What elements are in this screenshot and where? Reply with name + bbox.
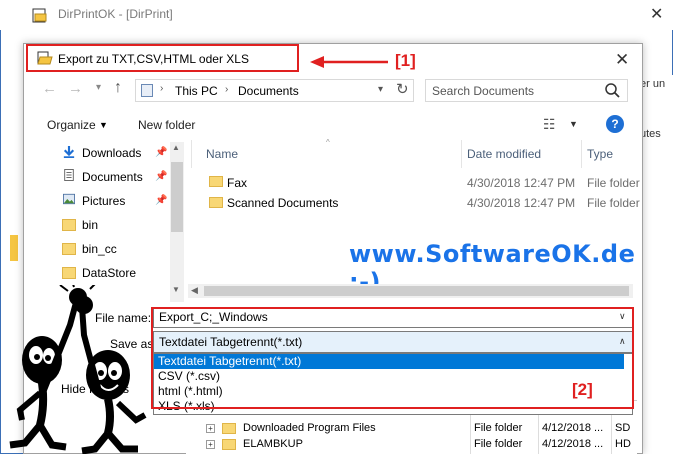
app-title: DirPrintOK - [DirPrint] xyxy=(58,7,173,21)
folder-icon xyxy=(62,219,76,231)
column-header-type[interactable]: Type xyxy=(587,147,613,161)
bg-row-date: 4/12/2018 ... xyxy=(542,422,604,434)
annotation-box-2 xyxy=(151,307,634,409)
pin-icon[interactable]: 📌 xyxy=(155,195,167,206)
column-divider xyxy=(191,140,192,168)
expand-icon[interactable]: + xyxy=(206,424,215,433)
breadcrumb-this-pc[interactable]: This PC xyxy=(175,84,218,98)
app-right-column-header: utes xyxy=(640,128,661,140)
app-icon xyxy=(32,8,47,23)
annotation-label-2: [2] xyxy=(572,380,593,399)
file-row-date: 4/30/2018 12:47 PM xyxy=(467,196,576,210)
scroll-down-icon[interactable]: ▼ xyxy=(172,285,180,294)
scroll-left-icon[interactable]: ◀ xyxy=(191,285,198,296)
nav-item-downloads[interactable]: Downloads xyxy=(82,146,141,160)
bg-row-date: 4/12/2018 ... xyxy=(542,438,604,450)
bg-row-name[interactable]: ELAMBKUP xyxy=(243,438,303,450)
file-row-type: File folder xyxy=(587,196,640,210)
breadcrumb-separator-icon[interactable]: › xyxy=(160,83,163,94)
navigation-pane xyxy=(33,140,186,305)
nav-item-documents[interactable]: Documents xyxy=(82,170,143,184)
column-header-name[interactable]: Name xyxy=(206,147,238,161)
app-close-icon[interactable]: ✕ xyxy=(650,4,663,24)
refresh-icon[interactable]: ↻ xyxy=(396,80,409,98)
organize-caret-icon[interactable]: ▼ xyxy=(99,120,108,130)
folder-icon xyxy=(222,439,236,450)
folder-icon xyxy=(209,176,223,187)
column-header-date[interactable]: Date modified xyxy=(467,147,541,161)
annotation-label-1: [1] xyxy=(395,51,416,70)
dialog-close-icon[interactable]: ✕ xyxy=(615,50,629,70)
this-pc-icon xyxy=(141,84,153,97)
scroll-up-icon[interactable]: ▲ xyxy=(172,143,180,152)
column-divider[interactable] xyxy=(461,140,462,168)
nav-item-datastore[interactable]: DataStore xyxy=(82,266,136,280)
folder-export-icon xyxy=(37,51,53,65)
column-divider xyxy=(538,410,539,454)
nav-item-pictures[interactable]: Pictures xyxy=(82,194,125,208)
address-dropdown-chevron-icon[interactable]: ▾ xyxy=(378,84,383,95)
nav-item-bin[interactable]: bin xyxy=(82,218,98,232)
column-divider[interactable] xyxy=(581,140,582,168)
nav-item-bin-cc[interactable]: bin_cc xyxy=(82,242,117,256)
folder-icon xyxy=(222,423,236,434)
file-row-type: File folder xyxy=(587,176,640,190)
annotation-arrow-icon xyxy=(310,56,388,68)
expand-icon[interactable]: + xyxy=(206,440,215,449)
column-divider xyxy=(611,410,612,454)
up-arrow-icon[interactable]: ↑ xyxy=(114,79,122,97)
organize-button[interactable]: Organize xyxy=(47,118,96,132)
folder-icon xyxy=(62,243,76,255)
dialog-title: Export zu TXT,CSV,HTML oder XLS xyxy=(58,52,249,66)
back-arrow-icon[interactable]: ← xyxy=(42,80,57,97)
file-row-date: 4/30/2018 12:47 PM xyxy=(467,176,576,190)
search-placeholder: Search Documents xyxy=(432,84,535,98)
sort-indicator-icon: ^ xyxy=(326,138,330,147)
breadcrumb-documents[interactable]: Documents xyxy=(238,84,299,98)
app-right-text: er un xyxy=(640,78,666,90)
new-folder-button[interactable]: New folder xyxy=(138,118,195,132)
bg-row-extra: SD xyxy=(615,422,631,434)
pin-icon[interactable]: 📌 xyxy=(155,147,167,158)
bg-row-type: File folder xyxy=(474,422,523,434)
file-row-name[interactable]: Scanned Documents xyxy=(227,196,338,210)
folder-icon xyxy=(209,197,223,208)
document-icon xyxy=(64,169,74,181)
bg-row-extra: HD xyxy=(615,438,631,450)
view-options-caret-icon[interactable]: ▼ xyxy=(569,119,578,129)
download-arrow-icon xyxy=(63,146,75,158)
recent-locations-chevron-icon[interactable]: ▾ xyxy=(96,82,101,93)
app-folder-strip xyxy=(10,235,18,261)
pin-icon[interactable]: 📌 xyxy=(155,171,167,182)
breadcrumb-separator-icon[interactable]: › xyxy=(225,84,228,95)
horizontal-scroll-thumb[interactable] xyxy=(204,286,629,296)
pictures-icon xyxy=(63,193,75,205)
bg-row-name[interactable]: Downloaded Program Files xyxy=(243,422,376,434)
bg-row-type: File folder xyxy=(474,438,523,450)
file-row-name[interactable]: Fax xyxy=(227,176,247,190)
help-icon[interactable]: ? xyxy=(606,115,624,133)
search-icon[interactable] xyxy=(604,82,620,98)
column-divider xyxy=(470,410,471,454)
forward-arrow-icon[interactable]: → xyxy=(68,80,83,97)
high-five-figures-image xyxy=(9,285,147,454)
nav-pane-scroll-thumb[interactable] xyxy=(171,162,183,232)
folder-icon xyxy=(62,267,76,279)
view-options-icon[interactable]: ☷ xyxy=(543,116,556,133)
